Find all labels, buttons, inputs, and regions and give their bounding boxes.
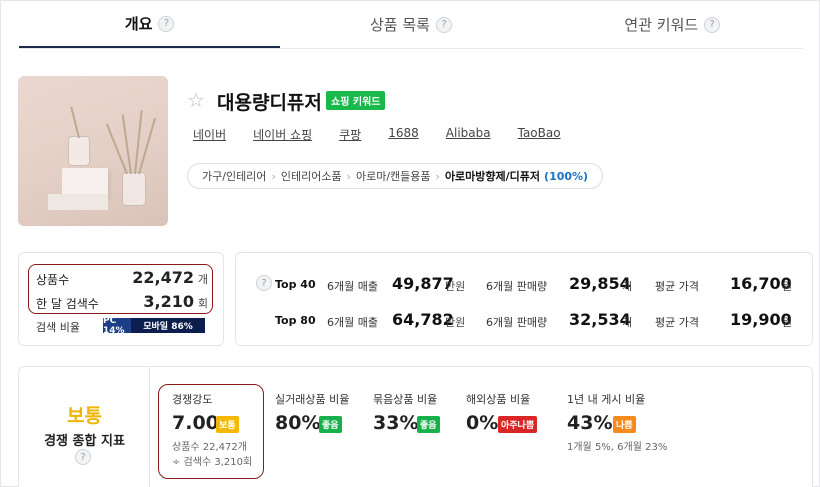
chevron-right-icon: › xyxy=(346,169,351,183)
shopping-keyword-badge: 쇼핑 키워드 xyxy=(326,91,386,110)
search-ratio-label: 검색 비율 xyxy=(36,321,80,334)
diffuser-bottle-large xyxy=(122,172,146,206)
pc-ratio-segment: PC 14% xyxy=(103,316,131,336)
mobile-ratio-segment: 모바일 86% xyxy=(131,318,205,333)
price-unit: 원 xyxy=(782,316,793,329)
chevron-right-icon: › xyxy=(271,169,276,183)
qty-unit: 개 xyxy=(622,316,633,329)
help-icon[interactable]: ? xyxy=(75,449,91,465)
breadcrumb-percentage: (100%) xyxy=(544,169,589,183)
reed-stick xyxy=(70,106,80,139)
metric-value: 33% xyxy=(373,412,419,434)
product-count-value: 22,472 xyxy=(132,268,194,287)
metric-posted-within-year: 1년 내 게시 비율 43% 나쁨 1개월 5%, 6개월 23% xyxy=(567,391,667,453)
tab-overview-label: 개요 xyxy=(124,15,153,33)
tab-related-keywords[interactable]: 연관 키워드 ? xyxy=(542,1,803,48)
metric-value: 0% xyxy=(466,412,499,434)
metric-formula-line: 상품수 22,472개 xyxy=(172,442,247,453)
metric-value: 43% xyxy=(567,412,613,434)
tab-product-list-label: 상품 목록 xyxy=(370,16,430,34)
monthly-search-label: 한 달 검색수 xyxy=(36,297,99,311)
price-unit: 원 xyxy=(782,280,793,293)
competition-grade-panel: 보통 경쟁 종합 지표 xyxy=(19,367,150,487)
sales-label: 6개월 매출 xyxy=(327,280,378,293)
tab-product-list[interactable]: 상품 목록 ? xyxy=(280,1,541,48)
top40-row: Top 40 6개월 매출 49,877 만원 6개월 판매량 29,854 개… xyxy=(255,274,800,295)
diffuser-bottle-small xyxy=(68,136,90,166)
thumbnail-base xyxy=(48,194,108,210)
metric-status-badge: 나쁨 xyxy=(613,416,636,433)
metric-real-transaction-ratio: 실거래상품 비율 80% 좋음 xyxy=(275,391,350,434)
metric-bundle-ratio: 묶음상품 비율 33% 좋음 xyxy=(373,391,440,434)
product-count-unit: 개 xyxy=(197,273,208,286)
breadcrumb-item[interactable]: 아로마/캔들용품 xyxy=(356,168,431,184)
metric-status-badge: 좋음 xyxy=(319,416,342,433)
top40-label: Top 40 xyxy=(275,278,316,291)
competition-grade: 보통 xyxy=(67,405,102,427)
sales-label: 6개월 매출 xyxy=(327,316,378,329)
metric-overseas-ratio: 해외상품 비율 0% 아주나쁨 xyxy=(466,391,538,434)
metric-formula-line: ÷ 검색수 3,210회 xyxy=(172,457,253,468)
metric-status-badge: 아주나쁨 xyxy=(498,416,538,433)
metric-label: 경쟁강도 xyxy=(172,393,213,406)
link-coupang[interactable]: 쿠팡 xyxy=(339,126,361,143)
link-naver[interactable]: 네이버 xyxy=(193,126,226,143)
qty-unit: 개 xyxy=(622,280,633,293)
metric-label: 묶음상품 비율 xyxy=(373,393,438,406)
metric-label: 해외상품 비율 xyxy=(466,393,531,406)
qty-label: 6개월 판매량 xyxy=(486,280,548,293)
metric-breakdown: 1개월 5%, 6개월 23% xyxy=(567,442,668,453)
top-sales-card xyxy=(235,252,813,346)
metric-label: 1년 내 게시 비율 xyxy=(567,393,646,406)
monthly-search-unit: 회 xyxy=(197,297,208,310)
help-icon[interactable]: ? xyxy=(435,16,452,33)
metric-label: 실거래상품 비율 xyxy=(275,393,350,406)
top80-label: Top 80 xyxy=(275,314,316,327)
price-label: 평균 가격 xyxy=(655,280,699,293)
chevron-right-icon: › xyxy=(435,169,440,183)
favorite-star-icon[interactable]: ☆ xyxy=(187,88,205,112)
monthly-search-value: 3,210 xyxy=(143,292,194,311)
metric-value: 80% xyxy=(275,412,321,434)
tab-bar: 개요 ? 상품 목록 ? 연관 키워드 ? xyxy=(19,1,803,49)
top80-row: Top 80 6개월 매출 64,782 만원 6개월 판매량 32,534 개… xyxy=(255,310,800,331)
external-links: 네이버 네이버 쇼핑 쿠팡 1688 Alibaba TaoBao xyxy=(193,126,588,143)
metric-formula: 상품수 22,472개 ÷ 검색수 3,210회 xyxy=(172,440,252,470)
breadcrumb-current[interactable]: 아로마방향제/디퓨저 xyxy=(445,168,540,184)
product-count-row: 상품수 22,472 개 xyxy=(36,268,208,288)
category-breadcrumb: 가구/인테리어 › 인테리어소품 › 아로마/캔들용품 › 아로마방향제/디퓨저… xyxy=(187,163,604,189)
qty-label: 6개월 판매량 xyxy=(486,316,548,329)
breadcrumb-item[interactable]: 인테리어소품 xyxy=(281,168,342,184)
product-title: 대용량디퓨저 xyxy=(217,92,322,114)
reed-stick xyxy=(138,118,156,175)
search-ratio-bar: PC 14% 모바일 86% xyxy=(103,316,205,336)
metric-status-badge: 보통 xyxy=(216,416,239,433)
link-taobao[interactable]: TaoBao xyxy=(518,126,561,143)
metric-competition-intensity: 경쟁강도 7.00 보통 상품수 22,472개 ÷ 검색수 3,210회 xyxy=(172,391,252,468)
metric-value: 7.00 xyxy=(172,412,219,434)
link-alibaba[interactable]: Alibaba xyxy=(446,126,491,143)
help-icon[interactable]: ? xyxy=(158,15,175,32)
metric-status-badge: 좋음 xyxy=(417,416,440,433)
product-thumbnail xyxy=(18,76,168,226)
breadcrumb-item[interactable]: 가구/인테리어 xyxy=(202,168,266,184)
link-1688[interactable]: 1688 xyxy=(388,126,419,143)
price-label: 평균 가격 xyxy=(655,316,699,329)
tab-related-keywords-label: 연관 키워드 xyxy=(624,16,699,34)
monthly-search-row: 한 달 검색수 3,210 회 xyxy=(36,292,208,312)
product-count-label: 상품수 xyxy=(36,273,70,287)
link-naver-shopping[interactable]: 네이버 쇼핑 xyxy=(253,126,312,143)
sales-unit: 만원 xyxy=(445,280,466,293)
help-icon[interactable]: ? xyxy=(704,16,721,33)
tab-overview[interactable]: 개요 ? xyxy=(19,1,281,48)
sales-unit: 만원 xyxy=(445,316,466,329)
competition-grade-label: 경쟁 종합 지표 xyxy=(44,434,125,449)
